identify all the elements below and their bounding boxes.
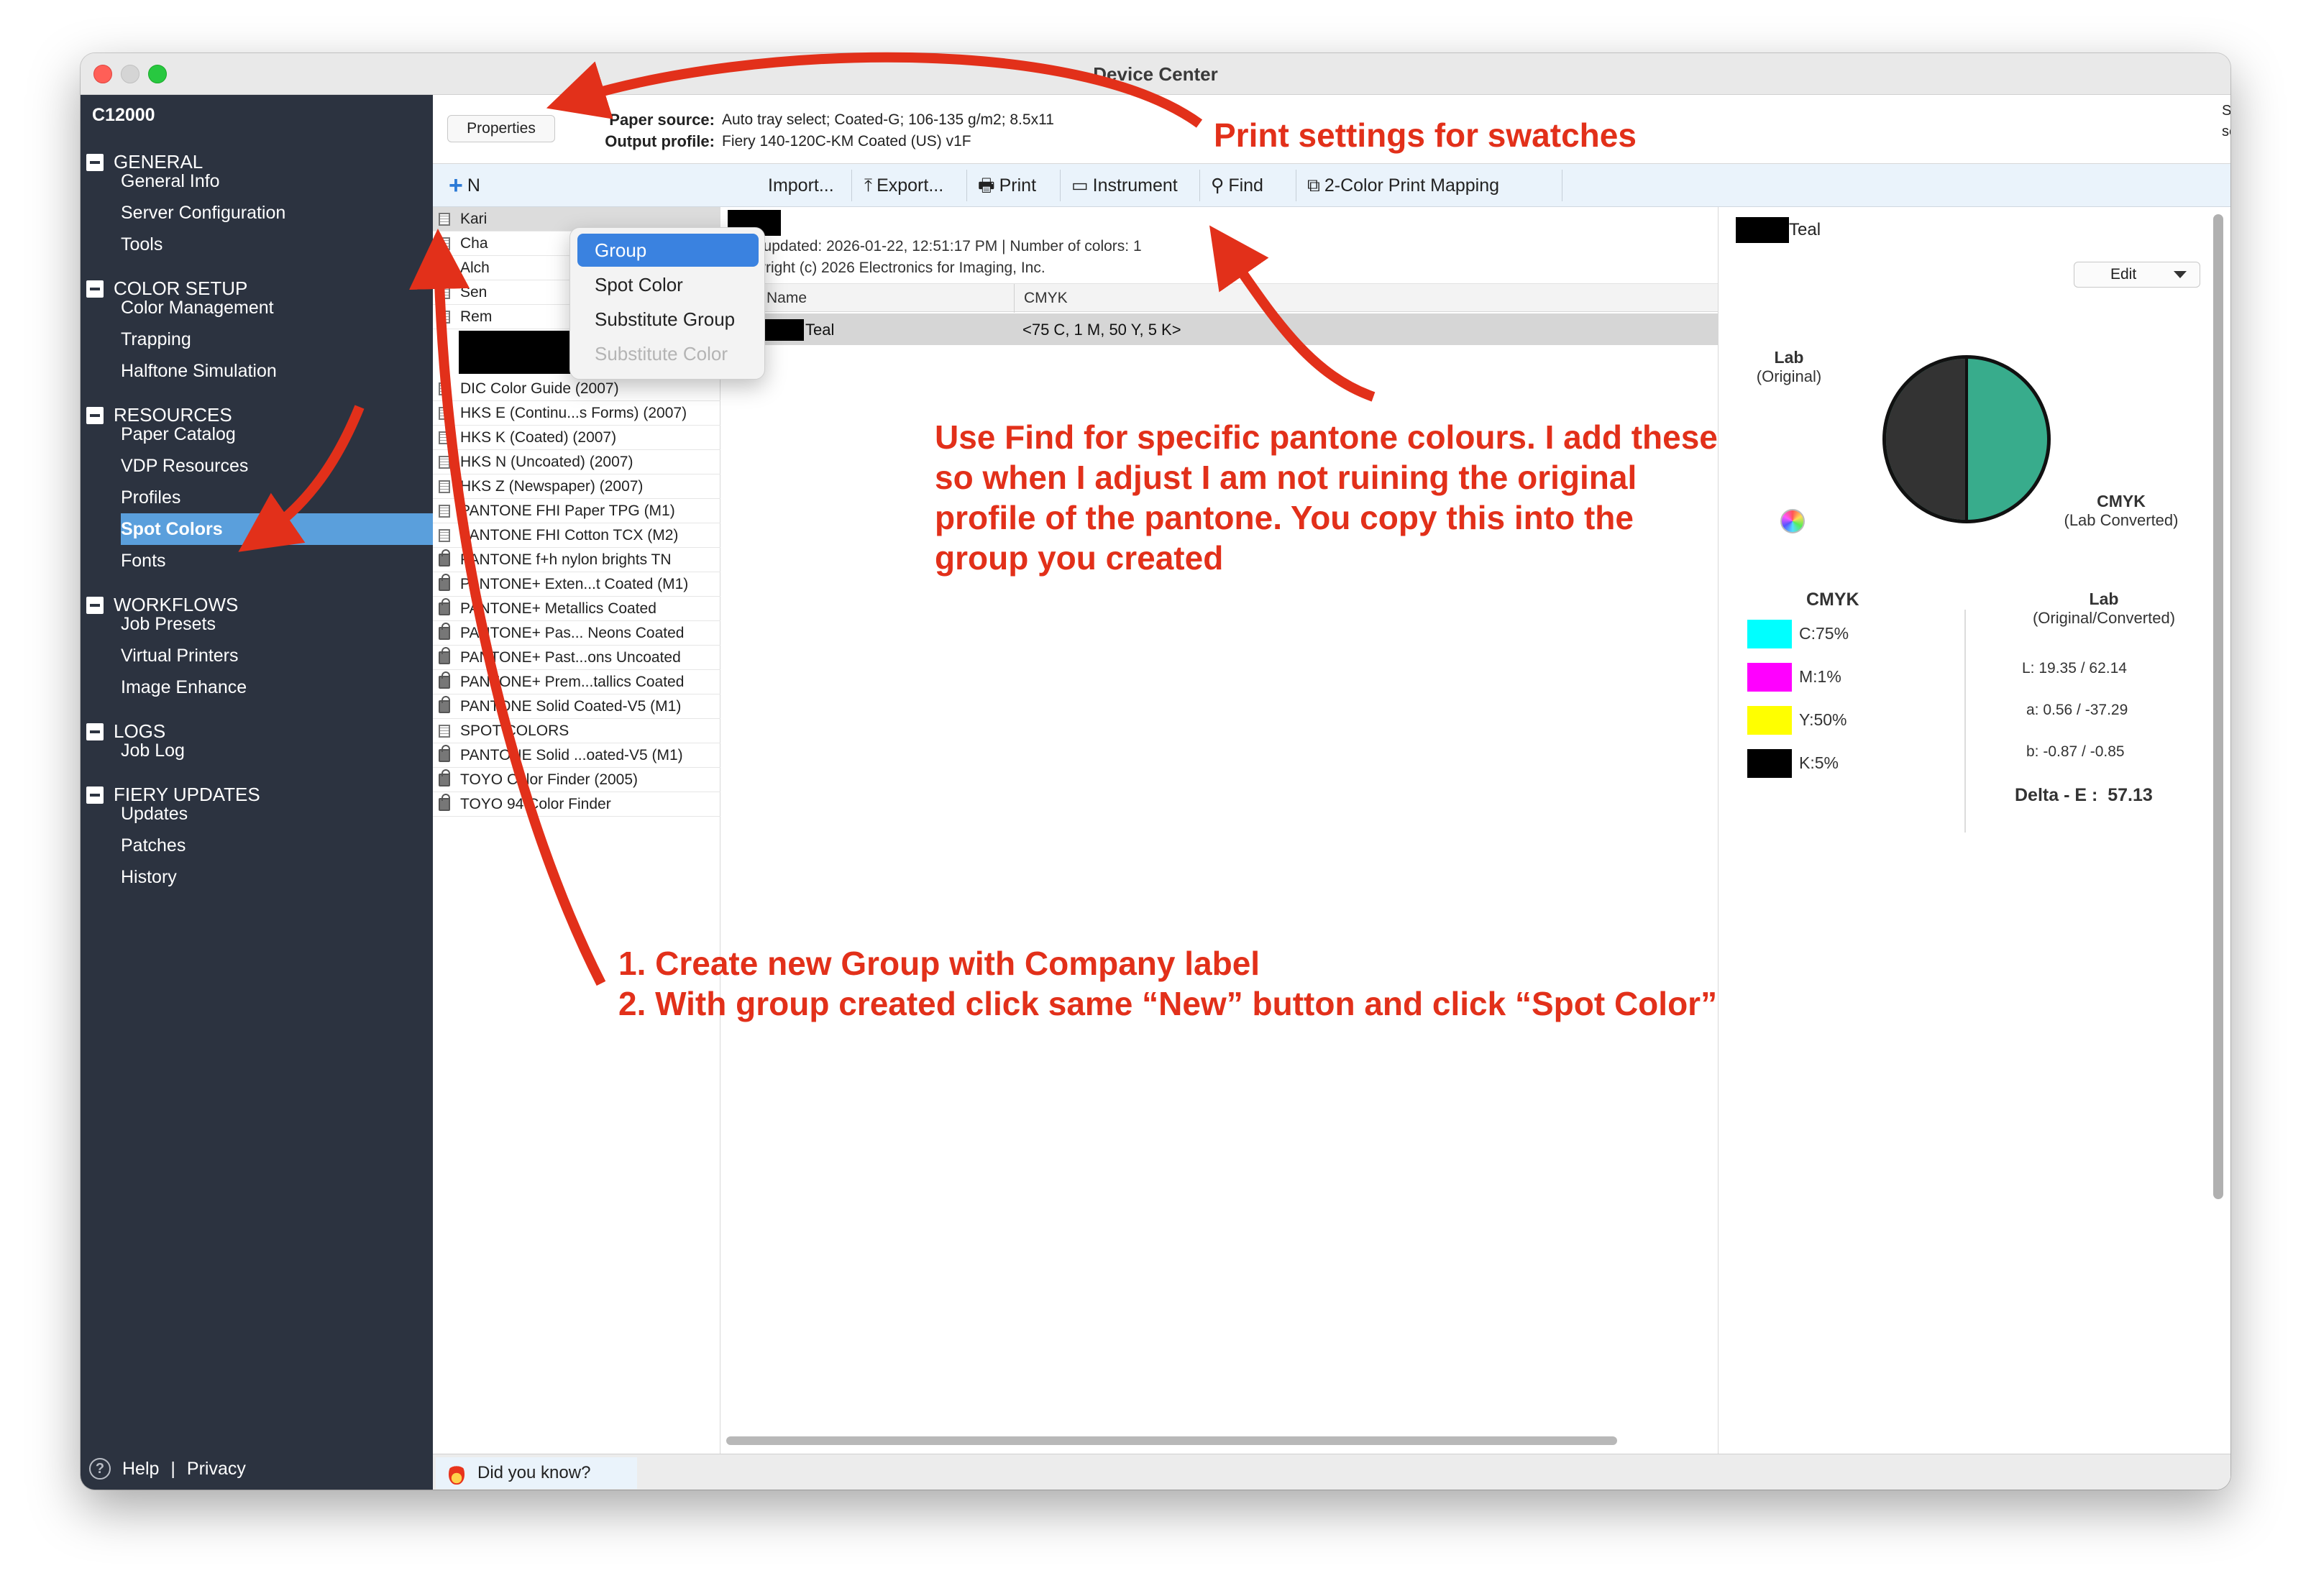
annotation-print-settings: Print settings for swatches	[1214, 116, 1637, 154]
annotation-find-note: Use Find for specific pantone colours. I…	[935, 418, 1718, 577]
annotation-overlay	[238, 52, 1376, 986]
arrow-to-find	[1209, 225, 1376, 402]
arrow-to-properties	[546, 52, 1203, 128]
arrow-to-new-button	[409, 229, 606, 986]
arrow-to-spot-colors	[238, 405, 365, 552]
annotation-steps: 1. Create new Group with Company label 2…	[618, 945, 1718, 1022]
